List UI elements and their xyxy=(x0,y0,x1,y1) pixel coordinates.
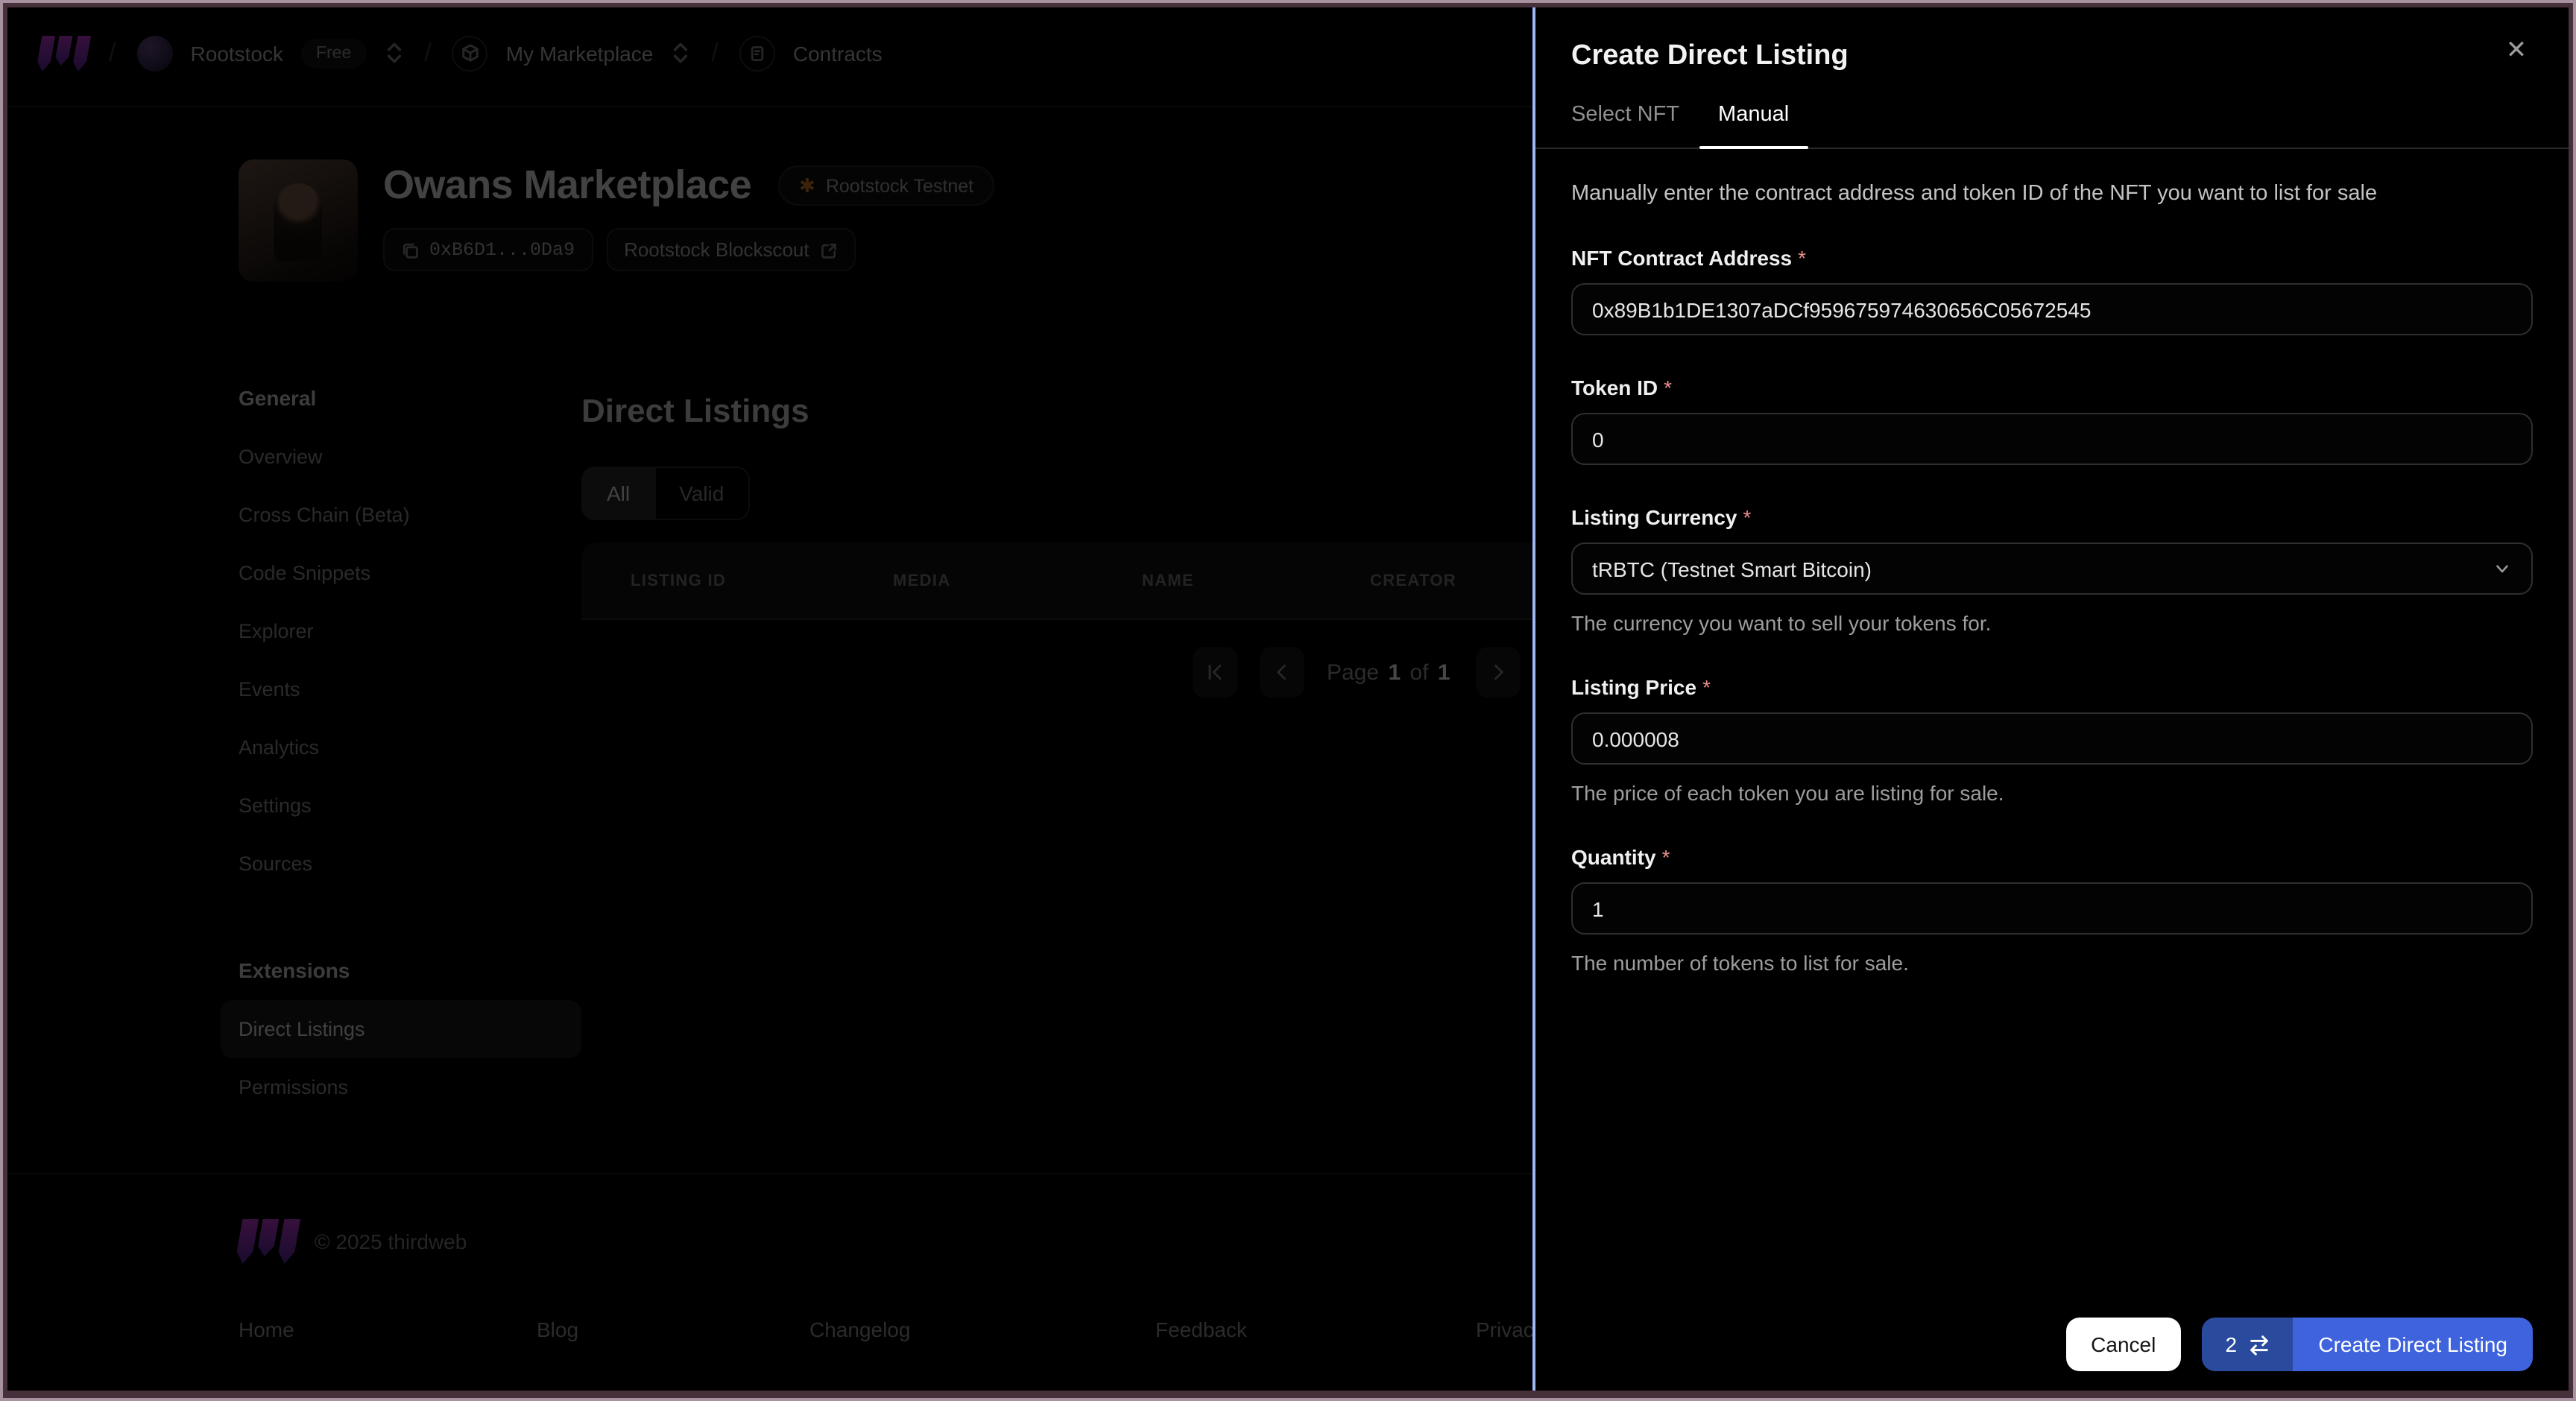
listing-currency-select[interactable]: tRBTC (Testnet Smart Bitcoin) xyxy=(1571,543,2533,595)
listing-price-label: Listing Price * xyxy=(1571,675,1711,699)
required-asterisk: * xyxy=(1743,505,1752,529)
price-help-text: The price of each token you are listing … xyxy=(1571,781,2004,805)
required-asterisk: * xyxy=(1664,376,1673,399)
token-id-label: Token ID * xyxy=(1571,376,1673,399)
quantity-help-text: The number of tokens to list for sale. xyxy=(1571,951,1909,975)
quantity-input[interactable] xyxy=(1571,882,2533,934)
token-id-input[interactable] xyxy=(1571,413,2533,465)
contract-address-input[interactable] xyxy=(1571,283,2533,335)
close-icon[interactable]: ✕ xyxy=(2494,28,2539,73)
drawer-tabs: Select NFT Manual xyxy=(1535,103,2569,149)
listing-price-input[interactable] xyxy=(1571,712,2533,765)
transaction-count-badge[interactable]: 2 xyxy=(2202,1318,2294,1371)
cancel-button[interactable]: Cancel xyxy=(2065,1318,2182,1371)
quantity-label: Quantity * xyxy=(1571,845,1670,869)
create-direct-listing-drawer: Create Direct Listing ✕ Select NFT Manua… xyxy=(1532,7,2569,1391)
listing-currency-label: Listing Currency * xyxy=(1571,505,1752,529)
currency-help-text: The currency you want to sell your token… xyxy=(1571,611,1992,635)
screenshot-stage: / Rootstock Free / My Marketplace / xyxy=(0,0,2576,1401)
contract-address-label: NFT Contract Address * xyxy=(1571,246,1807,270)
swap-arrows-icon xyxy=(2250,1335,2267,1355)
required-asterisk: * xyxy=(1702,675,1711,699)
required-asterisk: * xyxy=(1798,246,1807,270)
create-direct-listing-button[interactable]: Create Direct Listing xyxy=(2293,1318,2533,1371)
tab-select-nft[interactable]: Select NFT xyxy=(1552,103,1699,148)
tab-manual[interactable]: Manual xyxy=(1699,103,1808,149)
drawer-title: Create Direct Listing xyxy=(1571,40,1849,72)
submit-button-group: 2 Create Direct Listing xyxy=(2202,1318,2533,1371)
drawer-description: Manually enter the contract address and … xyxy=(1571,182,2378,206)
required-asterisk: * xyxy=(1661,845,1670,869)
chevron-down-icon xyxy=(2496,565,2508,573)
